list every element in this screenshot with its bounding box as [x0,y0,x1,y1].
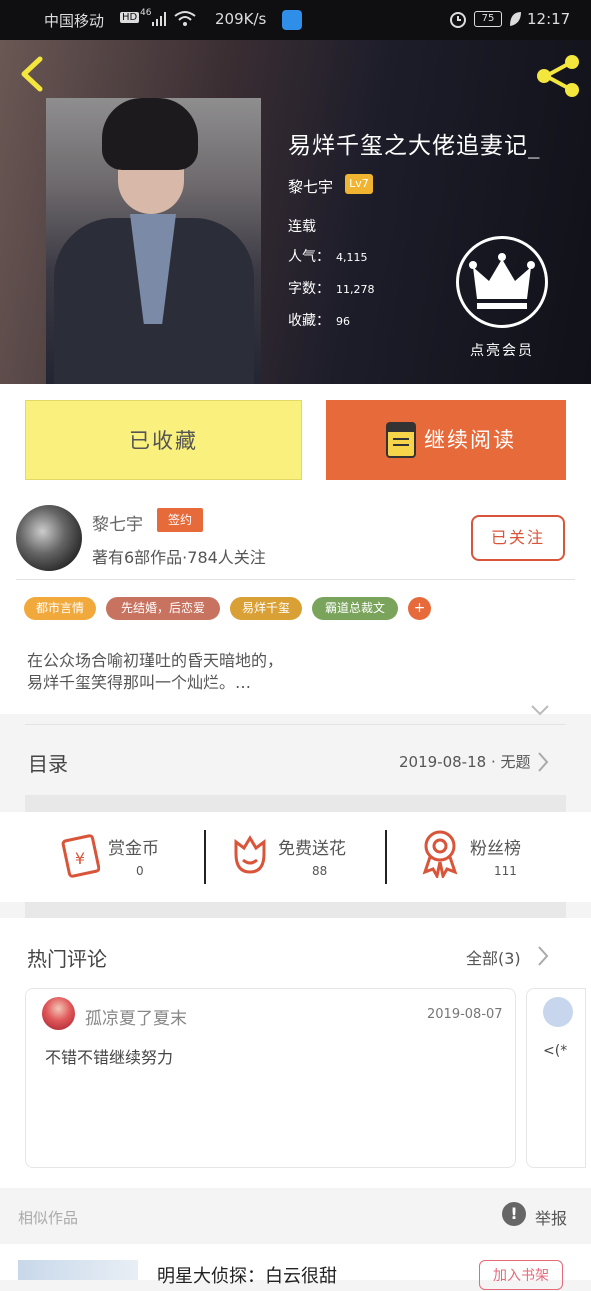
similar-book-cover[interactable] [18,1260,138,1280]
popularity-row: 人气： 4,115 [288,246,368,266]
popularity-value: 4,115 [336,251,368,264]
favorites-label: 收藏： [288,313,330,329]
comment-text-preview: <(* [543,1043,568,1059]
follow-button[interactable]: 已关注 [471,515,565,561]
book-hero: 易烊千玺之大佬追妻记_ 黎七宇 Lv7 连载 人气： 4,115 字数： 11,27… [0,40,591,384]
reward-flower-label: 免费送花 [278,839,346,859]
add-tag-button[interactable]: + [408,597,431,620]
section-separator [25,795,566,812]
all-comments-link[interactable]: 全部(3) [466,945,521,969]
favorites-row: 收藏： 96 [288,310,350,330]
author-avatar[interactable] [16,505,82,571]
back-button[interactable] [18,56,48,92]
author-stats: 著有6部作品·784人关注 [92,548,266,567]
reward-coins-button[interactable]: ¥ 赏金币 0 [56,812,196,902]
fan-ranking-value: 111 [494,864,517,878]
book-title: 易烊千玺之大佬追妻记_ [288,133,541,159]
flower-icon [234,835,266,874]
book-cover-image[interactable] [46,98,261,384]
comment-card-next[interactable]: <(* [526,988,586,1168]
rewards-bar: ¥ 赏金币 0 免费送花 88 粉丝榜 111 [0,812,591,902]
tag-chip[interactable]: 霸道总裁文 [312,597,398,620]
carrier-text: 中国移动 [44,12,105,30]
commenter-avatar[interactable] [42,997,75,1030]
description-line: 易烊千玺笑得那叫一个灿烂。… [27,673,252,692]
tag-chip[interactable]: 先结婚，后恋爱 [106,597,220,620]
fan-ranking-button[interactable]: 粉丝榜 111 [420,812,560,902]
tag-chip[interactable]: 都市言情 [24,597,96,620]
similar-book-title[interactable]: 明星大侦探：白云很甜 [157,1262,337,1288]
book-author[interactable]: 黎七宇 [288,176,333,197]
vip-label: 点亮会员 [470,343,534,359]
continue-reading-label: 继续阅读 [424,428,516,452]
favorited-button[interactable]: 已收藏 [25,400,302,480]
book-description[interactable]: 在公众场合喻初瑾吐的昏天暗地的， 易烊千玺笑得那叫一个灿烂。… [27,650,283,694]
share-icon [537,55,579,97]
report-button[interactable]: 举报 [535,1205,567,1229]
commenter-name[interactable]: 孤凉夏了夏末 [85,1004,187,1029]
word-count-label: 字数： [288,281,330,297]
alarm-icon [448,9,468,33]
svg-text:¥: ¥ [75,849,85,868]
reward-coins-label: 赏金币 [108,839,159,859]
medal-icon [422,830,458,878]
author-level-badge: Lv7 [345,174,373,194]
divider [25,724,566,725]
vip-button[interactable] [456,236,548,328]
reward-flower-button[interactable]: 免费送花 88 [230,812,370,902]
reward-coins-value: 0 [136,864,144,878]
description-line: 在公众场合喻初瑾吐的昏天暗地的， [27,651,284,670]
network-type: 46 [140,8,152,18]
clock-text: 12:17 [527,10,571,28]
chevron-right-icon[interactable] [537,751,549,773]
divider [385,830,387,884]
continue-reading-button[interactable]: 继续阅读 [326,400,566,480]
battery-indicator: 75 [474,11,502,27]
commenter-avatar [543,997,573,1027]
add-to-shelf-button[interactable]: 加入书架 [479,1260,563,1290]
report-icon[interactable]: ! [502,1202,526,1226]
book-status: 连载 [288,219,316,235]
book-icon [386,422,416,458]
comment-text: 不错不错继续努力 [45,1048,174,1067]
signal-icon [152,12,168,30]
status-bar: 中国移动 HD 46 209K/s 75 12:17 [0,0,591,40]
author-name[interactable]: 黎七宇 [92,510,143,535]
comment-date: 2019-08-07 [427,1007,503,1022]
leaf-icon [508,10,522,32]
popularity-label: 人气： [288,249,330,265]
reward-flower-value: 88 [312,864,328,878]
hot-comments-title: 热门评论 [27,947,107,971]
word-count-row: 字数： 11,278 [288,278,375,298]
hd-badge: HD [120,12,140,23]
toc-latest-chapter[interactable]: 2019-08-18 · 无题 [399,751,530,772]
app-notification-icon [282,10,302,30]
similar-works-label: 相似作品 [18,1209,79,1227]
signed-badge: 签约 [157,508,203,532]
chevron-left-icon [21,56,43,92]
toc-label[interactable]: 目录 [28,748,68,777]
expand-chevron-icon[interactable] [531,704,549,716]
chevron-right-icon[interactable] [537,945,549,967]
share-button[interactable] [534,54,582,98]
wifi-icon [174,10,196,32]
red-envelope-icon: ¥ [61,834,100,878]
divider [16,579,575,580]
crown-icon [469,253,535,309]
cover-figure-hair [102,98,198,170]
speed-text: 209K/s [215,10,267,28]
section-separator [25,902,566,919]
divider [204,830,206,884]
favorites-value: 96 [336,315,350,328]
word-count-value: 11,278 [336,283,375,296]
tag-chip[interactable]: 易烊千玺 [230,597,302,620]
fan-ranking-label: 粉丝榜 [470,839,521,859]
